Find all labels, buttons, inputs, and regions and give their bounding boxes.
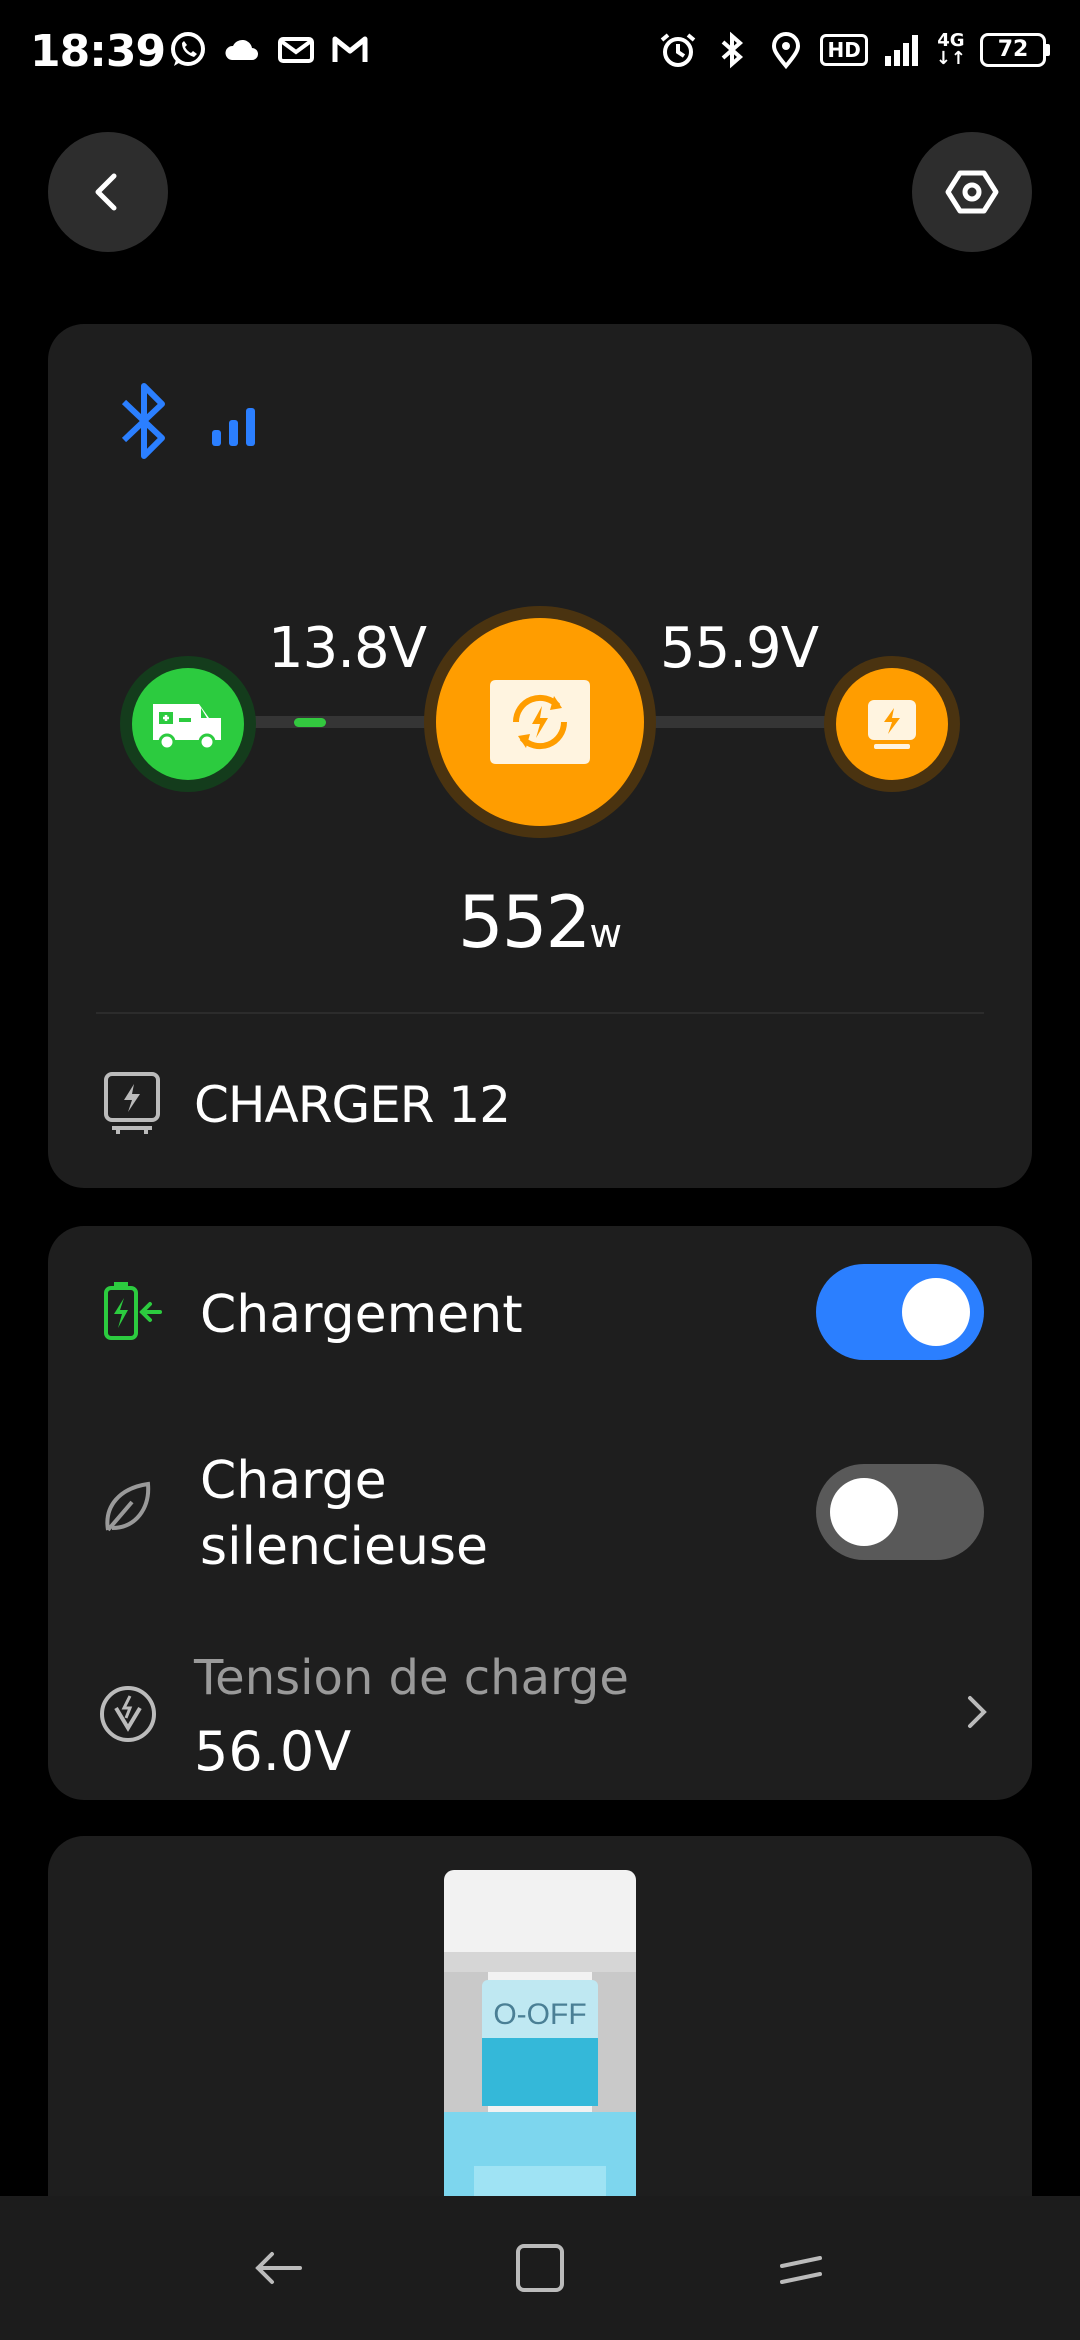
home-nav-icon <box>516 2244 564 2292</box>
cloud-icon <box>222 30 262 70</box>
settings-card: Chargement Charge silencieuse Tension de… <box>48 1226 1032 1800</box>
device-card: 13.8V 55.9V 552w CHARGER 12 <box>48 324 1032 1188</box>
whatsapp-icon <box>168 30 208 70</box>
system-icons: HD 4G ↓↑ 72 <box>658 30 1050 70</box>
source-node[interactable] <box>120 656 256 792</box>
flow-indicator <box>294 718 326 727</box>
back-nav-button[interactable] <box>238 2228 318 2308</box>
recents-nav-icon <box>780 2256 822 2284</box>
gmail-icon <box>330 30 370 70</box>
network-icon: 4G ↓↑ <box>936 32 966 68</box>
home-nav-button[interactable] <box>500 2228 580 2308</box>
status-time: 18:39 <box>30 26 166 77</box>
battery-level: 72 <box>980 33 1046 67</box>
charger-node[interactable] <box>424 606 656 838</box>
voltage-label: Tension de charge <box>194 1650 629 1706</box>
chevron-right-icon <box>968 1696 987 1728</box>
device-name: CHARGER 12 <box>194 1076 511 1134</box>
status-bar: 18:39 HD 4G ↓↑ 72 <box>0 0 1080 100</box>
data-arrows-icon: ↓↑ <box>935 48 966 69</box>
signal-bars-icon <box>212 408 255 446</box>
power-readout: 552w <box>48 880 1032 964</box>
power-unit: w <box>589 911 623 957</box>
back-nav-icon <box>255 2252 302 2284</box>
charging-label: Chargement <box>200 1285 523 1345</box>
silent-label-line2: silencieuse <box>200 1517 489 1577</box>
notification-icons <box>168 30 370 70</box>
van-icon <box>153 704 221 751</box>
location-icon <box>766 30 806 70</box>
silent-label-line1: Charge <box>200 1451 387 1511</box>
power-value: 552 <box>457 880 591 964</box>
voltage-value: 56.0V <box>194 1720 352 1783</box>
power-station-icon <box>868 700 916 749</box>
divider <box>96 1012 984 1014</box>
hexagon-settings-icon <box>945 170 999 214</box>
navigation-bar <box>0 2196 1080 2340</box>
output-voltage: 55.9V <box>660 616 819 681</box>
mail-icon <box>276 30 316 70</box>
output-node[interactable] <box>824 656 960 792</box>
breaker-label: O-OFF <box>493 1998 586 2031</box>
signal-icon <box>882 30 922 70</box>
battery-icon: 72 <box>980 33 1050 67</box>
voltage-icon <box>100 1686 156 1742</box>
recents-nav-button[interactable] <box>762 2228 842 2308</box>
back-button[interactable] <box>48 132 168 252</box>
silent-toggle[interactable] <box>816 1464 984 1560</box>
alarm-icon <box>658 30 698 70</box>
hd-icon: HD <box>820 34 868 66</box>
chevron-left-icon <box>95 173 117 211</box>
bluetooth-icon <box>121 383 165 459</box>
battery-charging-icon <box>104 1282 162 1340</box>
power-station-icon <box>104 1072 160 1134</box>
settings-button[interactable] <box>912 132 1032 252</box>
charging-toggle[interactable] <box>816 1264 984 1360</box>
leaf-icon <box>105 1481 151 1532</box>
input-voltage: 13.8V <box>268 616 427 681</box>
charger-sync-icon <box>490 680 590 764</box>
bluetooth-icon <box>712 30 752 70</box>
